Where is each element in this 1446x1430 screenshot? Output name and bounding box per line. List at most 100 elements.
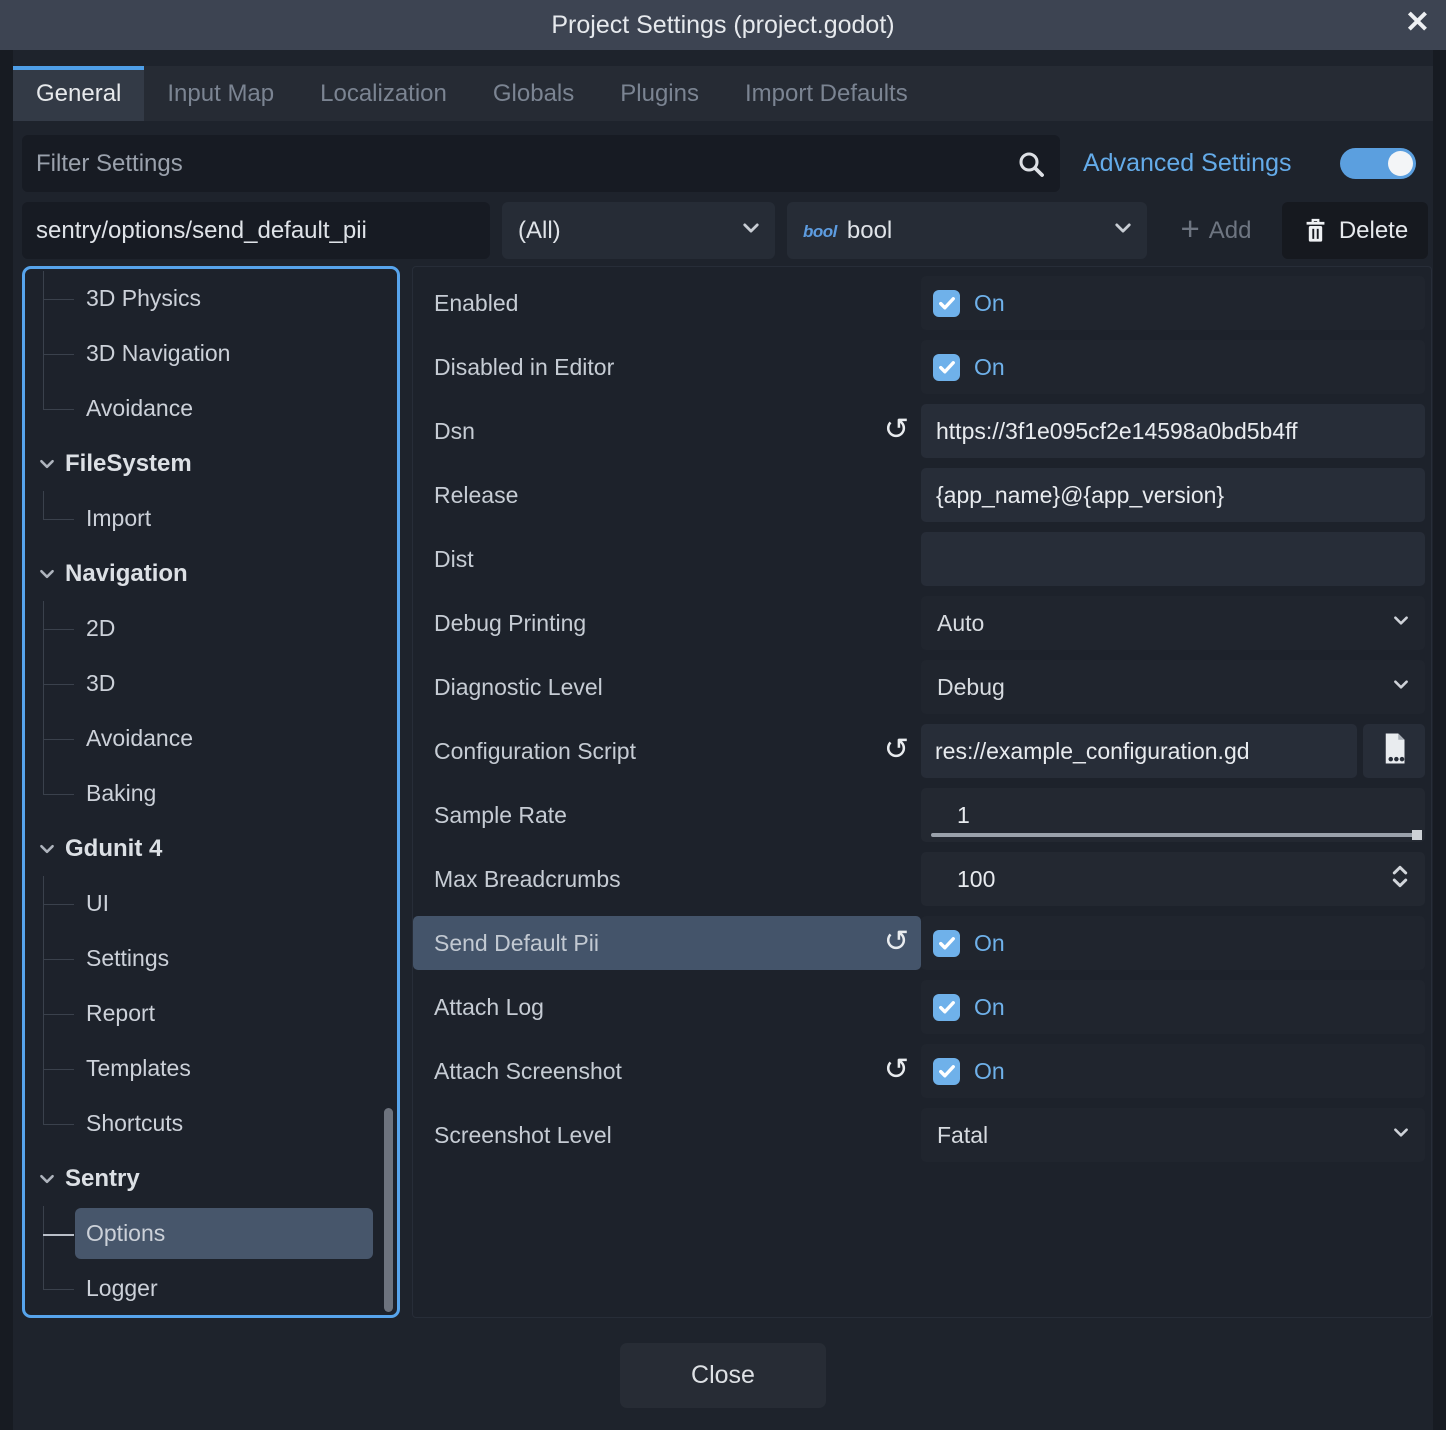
tab-bar: GeneralInput MapLocalizationGlobalsPlugi… bbox=[13, 66, 1433, 121]
load-script-button[interactable] bbox=[1363, 724, 1425, 778]
setting-row-diagnostic-level: Diagnostic LevelDebug bbox=[413, 660, 1431, 714]
checkbox-checked-icon[interactable] bbox=[933, 290, 960, 317]
setting-label-text: Debug Printing bbox=[434, 610, 586, 637]
checkbox-checked-icon[interactable] bbox=[933, 994, 960, 1021]
filter-settings-field[interactable] bbox=[22, 135, 1060, 192]
settings-panel: EnabledOnDisabled in EditorOnDsn↺https:/… bbox=[412, 266, 1432, 1318]
sidebar-item-import[interactable]: Import bbox=[25, 491, 397, 546]
sidebar-tree: 3D Physics 3D Navigation Avoidance FileSyst… bbox=[25, 271, 397, 1316]
sidebar-section-sentry[interactable]: Sentry bbox=[25, 1151, 397, 1206]
revert-icon[interactable]: ↺ bbox=[884, 735, 909, 765]
sidebar-section-label: Navigation bbox=[65, 560, 188, 588]
tab-plugins[interactable]: Plugins bbox=[597, 66, 722, 121]
add-button[interactable]: + Add bbox=[1158, 202, 1274, 259]
sidebar-section-filesystem[interactable]: FileSystem bbox=[25, 436, 397, 491]
checkbox-checked-icon[interactable] bbox=[933, 930, 960, 957]
setting-label[interactable]: Screenshot Level bbox=[413, 1108, 921, 1162]
sidebar-item-2d[interactable]: 2D bbox=[25, 601, 397, 656]
close-button[interactable]: Close bbox=[620, 1343, 826, 1408]
delete-button[interactable]: Delete bbox=[1282, 202, 1428, 259]
advanced-settings-toggle[interactable] bbox=[1340, 148, 1416, 179]
setting-label[interactable]: Enabled bbox=[413, 276, 921, 330]
checkbox-field[interactable]: On bbox=[921, 916, 1425, 970]
slider-track[interactable] bbox=[931, 833, 1421, 837]
category-dropdown[interactable]: (All) bbox=[502, 202, 775, 259]
revert-icon[interactable]: ↺ bbox=[884, 415, 909, 445]
sidebar-item-avoidance[interactable]: Avoidance bbox=[25, 711, 397, 766]
setting-label[interactable]: Diagnostic Level bbox=[413, 660, 921, 714]
property-name-input[interactable] bbox=[22, 202, 490, 259]
setting-row-max-breadcrumbs: Max Breadcrumbs100 bbox=[413, 852, 1431, 906]
setting-label[interactable]: Sample Rate bbox=[413, 788, 921, 842]
checkbox-checked-icon[interactable] bbox=[933, 354, 960, 381]
sidebar-item-settings[interactable]: Settings bbox=[25, 931, 397, 986]
type-dropdown[interactable]: bool bool bbox=[787, 202, 1147, 259]
setting-label[interactable]: Release bbox=[413, 468, 921, 522]
sidebar-section-gdunit-4[interactable]: Gdunit 4 bbox=[25, 821, 397, 876]
checkbox-state-label: On bbox=[974, 930, 1005, 957]
setting-label[interactable]: Dist bbox=[413, 532, 921, 586]
sidebar-item-3d-navigation[interactable]: 3D Navigation bbox=[25, 326, 397, 381]
tab-globals[interactable]: Globals bbox=[470, 66, 597, 121]
sidebar-item-avoidance[interactable]: Avoidance bbox=[25, 381, 397, 436]
revert-icon[interactable]: ↺ bbox=[884, 927, 909, 957]
sidebar-item-3d[interactable]: 3D bbox=[25, 656, 397, 711]
setting-label[interactable]: Attach Screenshot↺ bbox=[413, 1044, 921, 1098]
dropdown-field[interactable]: Debug bbox=[921, 660, 1425, 714]
setting-label[interactable]: Dsn ↺ bbox=[413, 404, 921, 458]
tab-input-map[interactable]: Input Map bbox=[144, 66, 297, 121]
setting-label[interactable]: Disabled in Editor bbox=[413, 340, 921, 394]
sidebar-item-logger[interactable]: Logger bbox=[25, 1261, 397, 1316]
slider-field[interactable]: 1 bbox=[921, 788, 1425, 842]
sidebar-item-label: 3D Navigation bbox=[86, 340, 230, 367]
checkbox-checked-icon[interactable] bbox=[933, 1058, 960, 1085]
toggle-knob bbox=[1388, 151, 1413, 176]
trash-icon bbox=[1302, 216, 1329, 245]
sidebar-item-shortcuts[interactable]: Shortcuts bbox=[25, 1096, 397, 1151]
sidebar-item-baking[interactable]: Baking bbox=[25, 766, 397, 821]
sidebar-item-label: Settings bbox=[86, 945, 169, 972]
script-path-field[interactable]: res://example_configuration.gd bbox=[921, 724, 1357, 778]
text-field[interactable]: https://3f1e095cf2e14598a0bd5b4ff bbox=[921, 404, 1425, 458]
tab-import-defaults[interactable]: Import Defaults bbox=[722, 66, 931, 121]
setting-row-dsn: Dsn ↺ https://3f1e095cf2e14598a0bd5b4ff bbox=[413, 404, 1431, 458]
bool-type-icon: bool bbox=[803, 222, 837, 242]
sidebar-item-report[interactable]: Report bbox=[25, 986, 397, 1041]
text-field-value: {app_name}@{app_version} bbox=[936, 482, 1410, 509]
sidebar-scrollbar[interactable] bbox=[384, 1108, 393, 1312]
sidebar-section-navigation[interactable]: Navigation bbox=[25, 546, 397, 601]
close-icon[interactable]: ✕ bbox=[1405, 8, 1430, 38]
checkbox-field[interactable]: On bbox=[921, 1044, 1425, 1098]
sidebar-item-label: Avoidance bbox=[86, 725, 193, 752]
setting-label[interactable]: Debug Printing bbox=[413, 596, 921, 650]
filter-settings-input[interactable] bbox=[22, 135, 1060, 192]
sidebar-item-templates[interactable]: Templates bbox=[25, 1041, 397, 1096]
chevron-down-icon bbox=[38, 565, 56, 583]
sidebar-item-ui[interactable]: UI bbox=[25, 876, 397, 931]
sidebar-item-label: Avoidance bbox=[86, 395, 193, 422]
dropdown-field[interactable]: Fatal bbox=[921, 1108, 1425, 1162]
setting-label-text: Dsn bbox=[434, 418, 475, 445]
text-field[interactable] bbox=[921, 532, 1425, 586]
close-button-label: Close bbox=[691, 1361, 755, 1390]
tab-localization[interactable]: Localization bbox=[297, 66, 470, 121]
sidebar-item-label: Templates bbox=[86, 1055, 191, 1082]
setting-label[interactable]: Max Breadcrumbs bbox=[413, 852, 921, 906]
checkbox-field[interactable]: On bbox=[921, 276, 1425, 330]
setting-label[interactable]: Configuration Script↺ bbox=[413, 724, 921, 778]
sidebar-item-3d-physics[interactable]: 3D Physics bbox=[25, 271, 397, 326]
spinbox-arrows-icon[interactable] bbox=[1389, 863, 1411, 896]
dropdown-field[interactable]: Auto bbox=[921, 596, 1425, 650]
setting-label[interactable]: Attach Log bbox=[413, 980, 921, 1034]
checkbox-field[interactable]: On bbox=[921, 340, 1425, 394]
setting-label[interactable]: Send Default Pii↺ bbox=[413, 916, 921, 970]
revert-icon[interactable]: ↺ bbox=[884, 1055, 909, 1085]
spinbox-field[interactable]: 100 bbox=[921, 852, 1425, 906]
checkbox-field[interactable]: On bbox=[921, 980, 1425, 1034]
setting-row-release: Release {app_name}@{app_version} bbox=[413, 468, 1431, 522]
slider-grabber[interactable] bbox=[1412, 830, 1422, 840]
sidebar-item-options[interactable]: Options bbox=[25, 1206, 397, 1261]
property-name-field[interactable] bbox=[22, 202, 490, 259]
tab-general[interactable]: General bbox=[13, 66, 144, 121]
text-field[interactable]: {app_name}@{app_version} bbox=[921, 468, 1425, 522]
